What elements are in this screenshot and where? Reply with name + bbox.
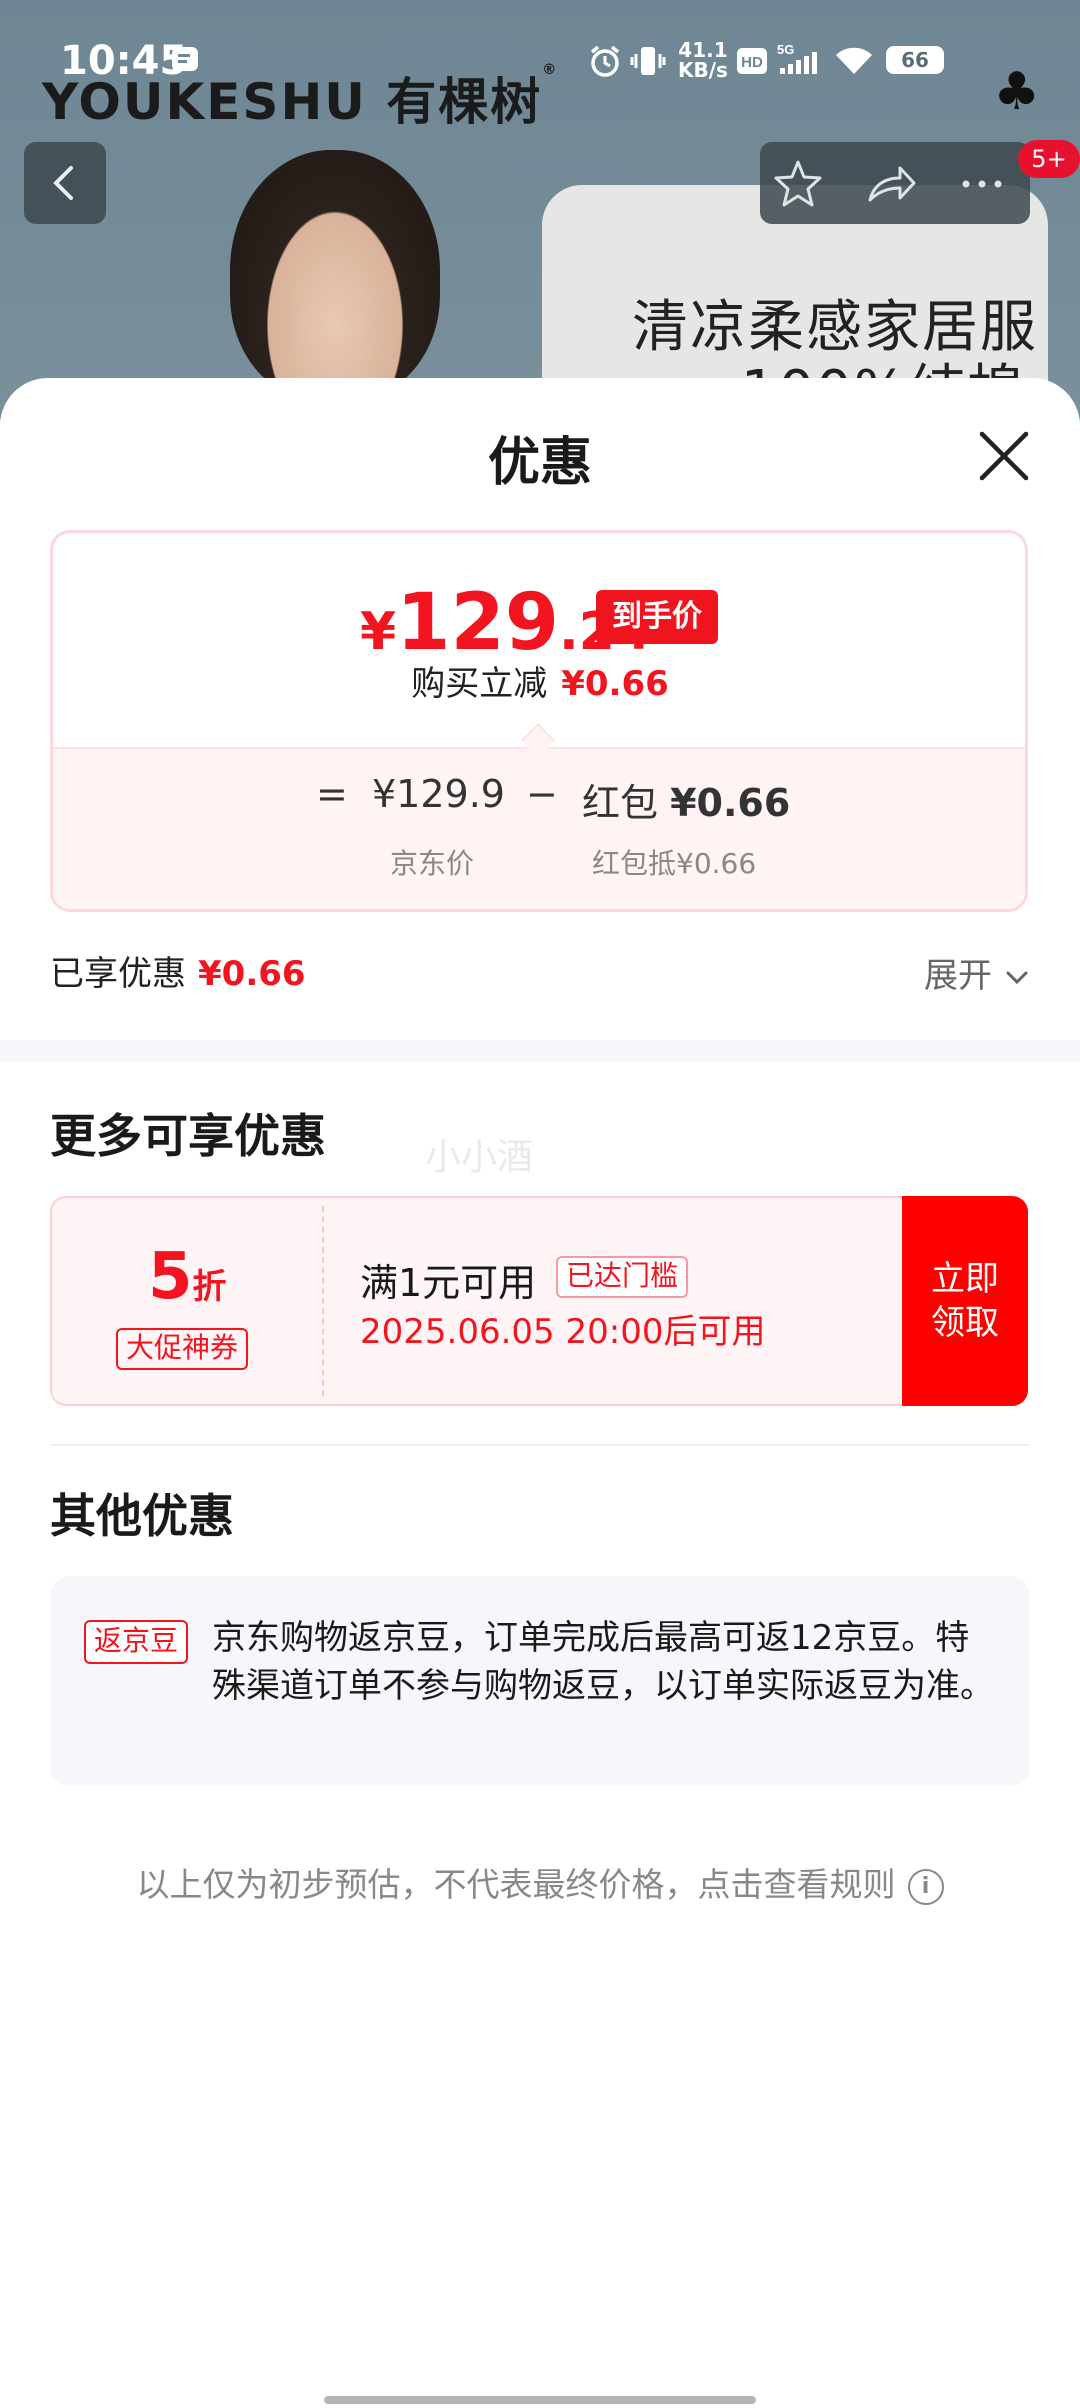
cellular-signal-icon: 5G <box>776 42 824 86</box>
notification-icon <box>170 44 200 82</box>
enjoyed-discount: 已享优惠 ¥0.66 <box>50 954 306 994</box>
formula-minus: − <box>526 772 558 816</box>
more-offers-title: 更多可享优惠 <box>50 1109 326 1163</box>
formula-coupon: 红包 ¥0.66 <box>582 781 791 825</box>
rules-disclaimer[interactable]: 以上仅为初步预估，不代表最终价格，点击查看规则 i <box>0 1858 1080 1906</box>
watermark: 小小酒 <box>425 1137 534 1178</box>
other-offers-title: 其他优惠 <box>50 1489 234 1543</box>
battery-indicator: 66 <box>886 46 944 74</box>
back-button[interactable] <box>24 142 106 224</box>
sheet-title: 优惠 <box>487 433 592 493</box>
claim-coupon-button[interactable]: 立即 领取 <box>902 1196 1028 1406</box>
final-price-tag: 到手价 <box>596 590 718 644</box>
network-speed: 41.1 KB/s <box>678 38 728 82</box>
instant-reduction: 购买立减 ¥0.66 <box>411 664 669 704</box>
svg-text:5G: 5G <box>777 42 794 57</box>
more-button[interactable] <box>952 154 1012 214</box>
alarm-icon <box>588 44 622 86</box>
formula-base-price: ¥129.9 <box>372 772 505 816</box>
base-price-caption: 京东价 <box>390 847 475 880</box>
status-bar: 10:45 41.1 KB/s HD 5G 66 <box>0 0 1080 100</box>
share-icon <box>868 166 916 202</box>
threshold-reached-tag: 已达门槛 <box>556 1256 689 1298</box>
chevron-left-icon <box>53 166 73 200</box>
coupon-valid-time: 2025.06.05 20:00后可用 <box>360 1312 766 1352</box>
favorite-button[interactable] <box>768 154 828 214</box>
coupon-type-tag: 大促神券 <box>116 1328 249 1370</box>
cart-badge: 5+ <box>1018 140 1080 178</box>
close-icon <box>979 431 1029 481</box>
chevron-down-icon <box>1006 971 1028 985</box>
info-icon: i <box>907 1868 944 1905</box>
top-action-group <box>760 142 1030 224</box>
bean-offer-text: 京东购物返京豆，订单完成后最高可返12京豆。特殊渠道订单不参与购物返豆，以订单实… <box>212 1618 994 1706</box>
vibrate-icon <box>630 44 666 86</box>
bean-tag: 返京豆 <box>84 1620 189 1664</box>
status-time: 10:45 <box>60 38 188 84</box>
section-separator <box>0 1040 1080 1062</box>
svg-text:HD: HD <box>741 54 763 71</box>
formula-equals: = <box>316 772 348 816</box>
coupon-caption: 红包抵¥0.66 <box>592 847 757 880</box>
expand-button[interactable]: 展开 <box>924 948 1031 997</box>
home-indicator[interactable] <box>324 2396 756 2404</box>
coupon-divider <box>322 1206 324 1396</box>
close-button[interactable] <box>974 426 1034 486</box>
star-icon <box>774 160 822 207</box>
coupon-discount: 5折 <box>148 1240 227 1314</box>
divider <box>50 1444 1030 1446</box>
share-button[interactable] <box>860 154 920 214</box>
hd-icon: HD <box>736 46 768 84</box>
wifi-icon <box>834 46 874 84</box>
model-photo <box>230 150 440 400</box>
coupon-condition: 满1元可用 <box>360 1261 537 1305</box>
more-dots-icon <box>962 180 1002 188</box>
